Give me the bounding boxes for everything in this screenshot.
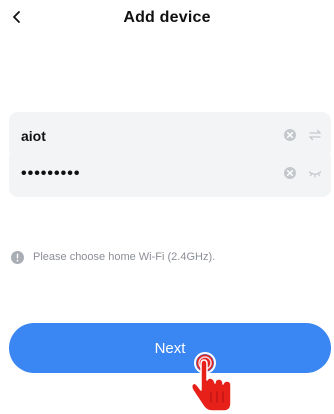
- page-title: Add device: [123, 9, 211, 26]
- wifi-hint: Please choose home Wi-Fi (2.4GHz).: [11, 250, 215, 264]
- clear-icon[interactable]: [283, 128, 297, 142]
- next-button[interactable]: Next: [9, 323, 331, 373]
- wifi-password-input[interactable]: [21, 150, 261, 197]
- header: Add device: [0, 0, 334, 38]
- swap-arrows-icon[interactable]: [307, 127, 323, 143]
- eye-closed-icon[interactable]: [307, 165, 323, 181]
- wifi-password-field-box[interactable]: [9, 150, 331, 197]
- info-icon: [11, 250, 24, 264]
- clear-icon[interactable]: [283, 166, 297, 180]
- add-device-screen: Add device aiot ••••••••• Please choose …: [0, 0, 334, 414]
- hint-text: Please choose home Wi-Fi (2.4GHz).: [33, 251, 216, 263]
